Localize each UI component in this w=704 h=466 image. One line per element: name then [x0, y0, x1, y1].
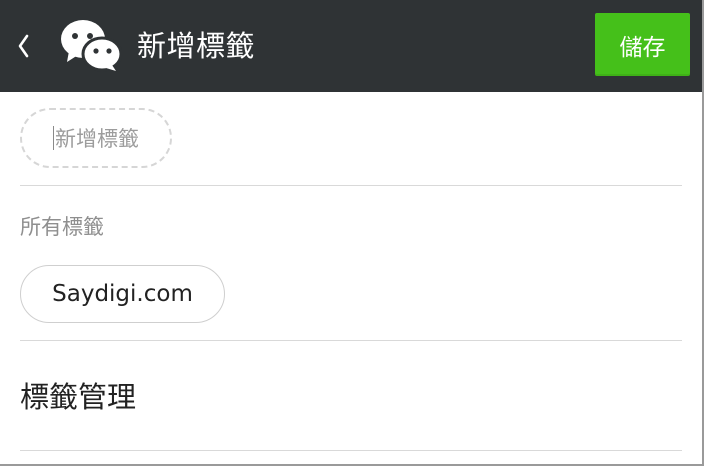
- manage-tags-row[interactable]: 標籤管理: [0, 341, 702, 450]
- page-title: 新增標籤: [137, 29, 256, 63]
- divider: [20, 185, 682, 186]
- wechat-logo-icon: [61, 20, 122, 72]
- save-button[interactable]: 儲存: [595, 13, 690, 76]
- all-tags-label: 所有標籤: [20, 215, 104, 239]
- top-app-bar: 新增標籤 儲存: [0, 0, 702, 92]
- chevron-left-icon: [18, 34, 29, 58]
- new-tag-input[interactable]: 新增標籤: [20, 108, 172, 168]
- back-button[interactable]: [6, 24, 40, 68]
- new-tag-placeholder: 新增標籤: [55, 127, 139, 151]
- text-caret: [53, 126, 54, 150]
- manage-tags-label: 標籤管理: [20, 380, 137, 414]
- tag-chip-saydigi[interactable]: Saydigi.com: [20, 265, 225, 323]
- divider: [20, 450, 682, 451]
